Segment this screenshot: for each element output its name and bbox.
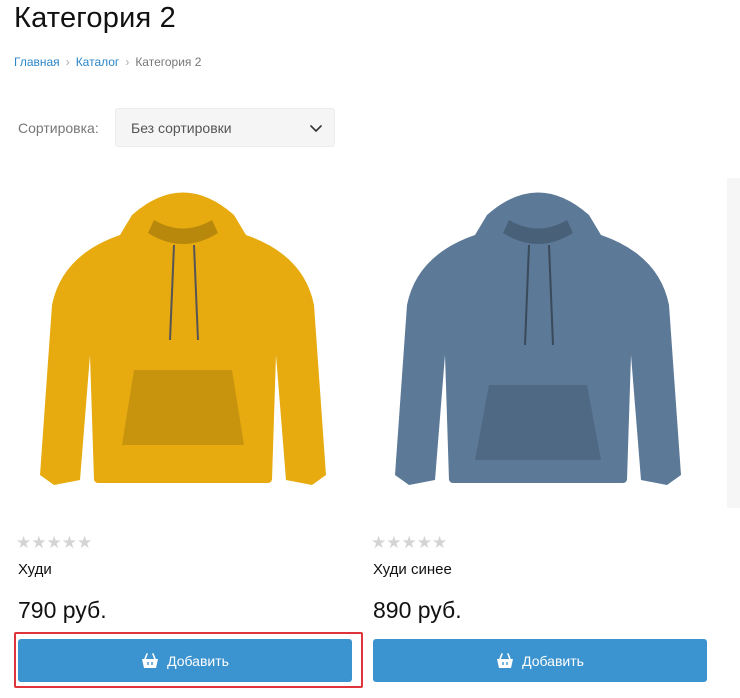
hoodie-blue-image [395, 192, 681, 485]
product-name[interactable]: Худи [18, 561, 52, 578]
add-to-cart-label: Добавить [167, 652, 229, 669]
product-price: 890 руб. [373, 597, 462, 623]
product-image[interactable] [369, 175, 707, 510]
sort-label: Сортировка: [18, 120, 99, 136]
add-to-cart-button[interactable]: Добавить [18, 639, 352, 682]
product-image[interactable] [14, 175, 352, 510]
rating-stars[interactable]: ★★★★★ [371, 533, 447, 553]
breadcrumb-catalog[interactable]: Каталог [76, 55, 120, 69]
add-to-cart-label: Добавить [522, 652, 584, 669]
basket-icon [497, 652, 514, 668]
breadcrumb: Главная › Каталог › Категория 2 [14, 55, 201, 69]
basket-icon [142, 652, 159, 668]
breadcrumb-home[interactable]: Главная [14, 55, 60, 69]
sort-selected-value: Без сортировки [131, 119, 232, 136]
rating-stars[interactable]: ★★★★★ [16, 533, 92, 553]
breadcrumb-separator-icon: › [65, 55, 70, 69]
page-title: Категория 2 [14, 2, 176, 34]
product-card: ★★★★★ Худи синее 890 руб. Добавить [369, 175, 709, 695]
product-name[interactable]: Худи синее [373, 561, 452, 578]
hoodie-yellow-image [40, 192, 326, 485]
next-card-edge [727, 178, 740, 508]
chevron-down-icon [310, 125, 322, 132]
catalog-page: Категория 2 Главная › Каталог › Категори… [0, 0, 740, 698]
sort-dropdown[interactable]: Без сортировки [115, 108, 335, 147]
product-price: 790 руб. [18, 597, 107, 623]
add-to-cart-button[interactable]: Добавить [373, 639, 707, 682]
breadcrumb-separator-icon: › [125, 55, 130, 69]
breadcrumb-current: Категория 2 [135, 55, 202, 69]
product-card: ★★★★★ Худи 790 руб. Добавить [14, 175, 354, 695]
